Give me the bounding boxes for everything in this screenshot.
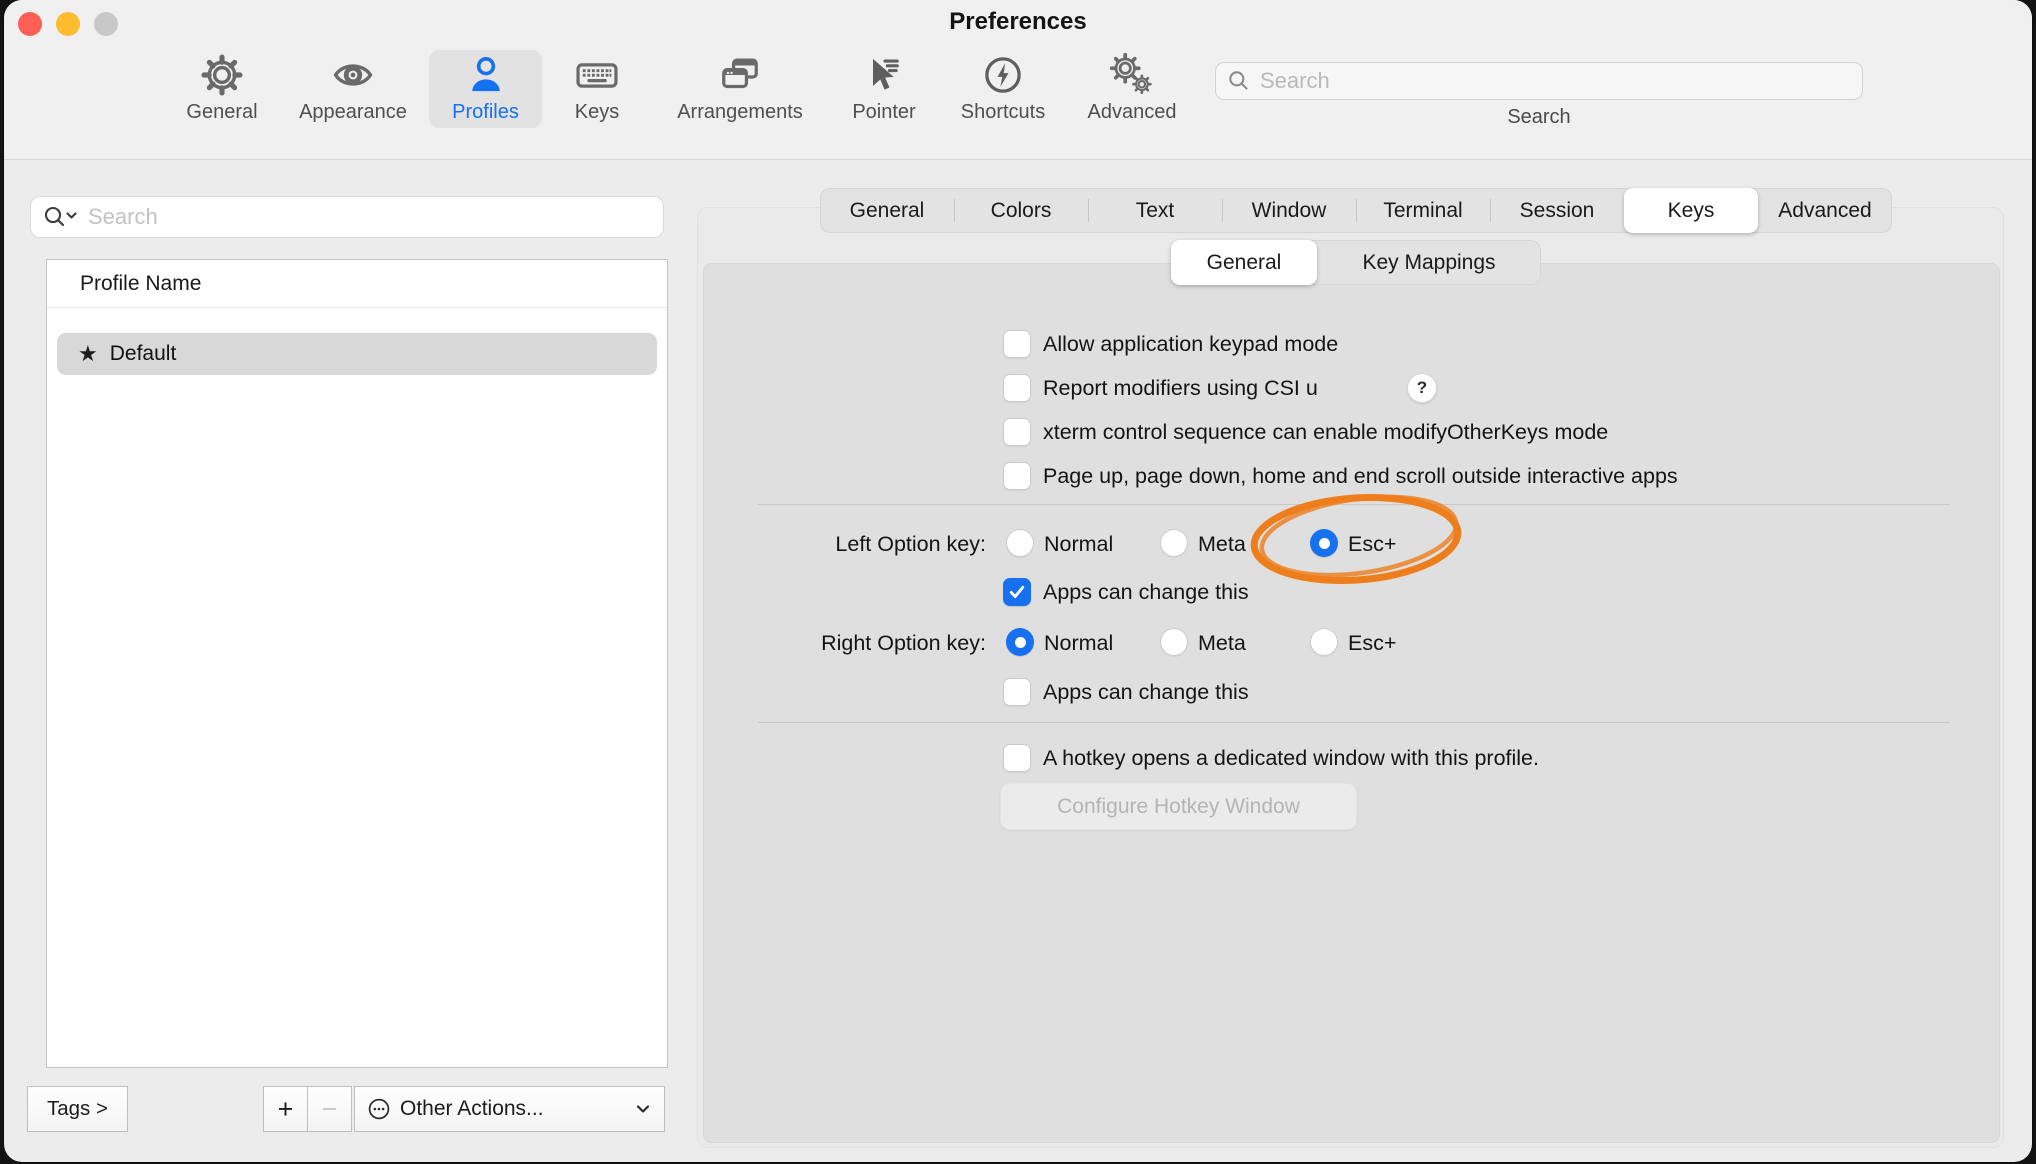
tab-advanced[interactable]: Advanced (1758, 188, 1892, 233)
toolbar-search-caption: Search (1215, 106, 1863, 129)
checkbox-label: Allow application keypad mode (1043, 330, 1338, 358)
profile-list-header: Profile Name (47, 260, 667, 308)
remove-profile-button[interactable]: − (307, 1086, 352, 1132)
radio-label: Esc+ (1348, 530, 1396, 558)
star-icon: ★ (78, 333, 98, 375)
checkbox-label: Apps can change this (1043, 578, 1249, 606)
tab-keys[interactable]: Keys (1624, 188, 1758, 233)
divider (758, 504, 1950, 505)
windows-icon (717, 50, 763, 100)
radio-label: Meta (1198, 629, 1246, 657)
tags-button[interactable]: Tags > (27, 1086, 128, 1132)
tab-text[interactable]: Text (1088, 188, 1222, 233)
help-button[interactable]: ? (1407, 373, 1437, 403)
radio-right-normal[interactable] (1006, 628, 1034, 656)
keyboard-icon (574, 50, 620, 100)
toolbar-item-general[interactable]: General (172, 50, 272, 128)
toolbar-item-profiles[interactable]: Profiles (429, 50, 542, 128)
add-profile-button[interactable]: + (263, 1086, 308, 1132)
other-actions-dropdown[interactable]: Other Actions... (354, 1086, 665, 1132)
toolbar-label: Keys (575, 100, 619, 124)
configure-hotkey-window-button[interactable]: Configure Hotkey Window (1000, 783, 1357, 830)
divider (758, 722, 1950, 723)
zoom-button[interactable] (94, 12, 118, 36)
checkbox-label: Report modifiers using CSI u (1043, 374, 1318, 402)
check-icon (1007, 582, 1027, 602)
cursor-icon (862, 50, 906, 100)
checkbox-right-apps-can-change[interactable] (1003, 678, 1031, 706)
radio-right-esc[interactable] (1310, 628, 1338, 656)
checkbox-csi-u[interactable] (1003, 374, 1031, 402)
tab-session[interactable]: Session (1490, 188, 1624, 233)
minimize-button[interactable] (56, 12, 80, 36)
toolbar-search-field[interactable] (1215, 62, 1863, 100)
toolbar-item-keys[interactable]: Keys (557, 50, 637, 128)
close-button[interactable] (18, 12, 42, 36)
person-icon (464, 50, 508, 100)
keys-tab-panel (703, 263, 2000, 1143)
profile-search-input[interactable] (80, 204, 664, 230)
toolbar-label: Advanced (1088, 100, 1177, 124)
checkbox-keypad-mode[interactable] (1003, 330, 1031, 358)
preferences-window: Preferences General (4, 0, 2032, 1162)
radio-label: Esc+ (1348, 629, 1396, 657)
gears-icon (1109, 50, 1155, 100)
toolbar-label: Appearance (299, 100, 407, 124)
profile-name: Default (110, 342, 177, 366)
toolbar-item-appearance[interactable]: Appearance (283, 50, 423, 128)
profile-search-field[interactable] (30, 196, 664, 238)
radio-right-meta[interactable] (1160, 628, 1188, 656)
toolbar-item-advanced[interactable]: Advanced (1076, 50, 1188, 128)
toolbar-label: General (186, 100, 257, 124)
eye-icon (330, 50, 376, 100)
checkbox-scroll-outside-apps[interactable] (1003, 462, 1031, 490)
magnifier-icon (1226, 68, 1252, 94)
checkbox-label: xterm control sequence can enable modify… (1043, 418, 1608, 446)
tab-general[interactable]: General (820, 188, 954, 233)
radio-left-esc[interactable] (1310, 529, 1338, 557)
toolbar-item-pointer[interactable]: Pointer (834, 50, 934, 128)
toolbar-label: Pointer (852, 100, 915, 124)
checkbox-left-apps-can-change[interactable] (1003, 578, 1031, 606)
checkbox-label: Page up, page down, home and end scroll … (1043, 462, 1678, 490)
toolbar-label: Arrangements (677, 100, 803, 124)
checkbox-modify-other-keys[interactable] (1003, 418, 1031, 446)
profile-row-default[interactable]: ★ Default (57, 333, 657, 375)
tab-terminal[interactable]: Terminal (1356, 188, 1490, 233)
profile-list: Profile Name ★ Default (47, 260, 667, 1067)
other-actions-label: Other Actions... (400, 1097, 544, 1121)
subtab-key-mappings[interactable]: Key Mappings (1317, 240, 1541, 285)
left-option-key-label: Left Option key: (704, 530, 986, 558)
radio-left-normal[interactable] (1006, 529, 1034, 557)
bolt-circle-icon (981, 50, 1025, 100)
subtab-general[interactable]: General (1171, 240, 1317, 285)
radio-label: Normal (1044, 629, 1113, 657)
toolbar-item-arrangements[interactable]: Arrangements (659, 50, 821, 128)
keys-subtabbar: General Key Mappings (1171, 240, 1541, 285)
toolbar-label: Shortcuts (961, 100, 1045, 124)
tab-window[interactable]: Window (1222, 188, 1356, 233)
checkbox-hotkey-window[interactable] (1003, 744, 1031, 772)
tab-colors[interactable]: Colors (954, 188, 1088, 233)
gear-icon (200, 50, 244, 100)
chevron-down-icon (633, 1099, 653, 1119)
toolbar-search: Search (1215, 62, 1863, 129)
circled-ellipsis-icon (366, 1096, 392, 1122)
right-option-key-label: Right Option key: (704, 629, 986, 657)
toolbar-search-input[interactable] (1252, 68, 1863, 94)
window-title: Preferences (4, 8, 2032, 36)
checkbox-label: A hotkey opens a dedicated window with t… (1043, 744, 1539, 772)
radio-label: Meta (1198, 530, 1246, 558)
profile-tabbar: General Colors Text Window Terminal Sess… (820, 188, 1892, 233)
checkbox-label: Apps can change this (1043, 678, 1249, 706)
toolbar-item-shortcuts[interactable]: Shortcuts (942, 50, 1064, 128)
radio-label: Normal (1044, 530, 1113, 558)
toolbar-label: Profiles (452, 100, 519, 124)
magnifier-scope-icon (42, 204, 80, 230)
radio-left-meta[interactable] (1160, 529, 1188, 557)
